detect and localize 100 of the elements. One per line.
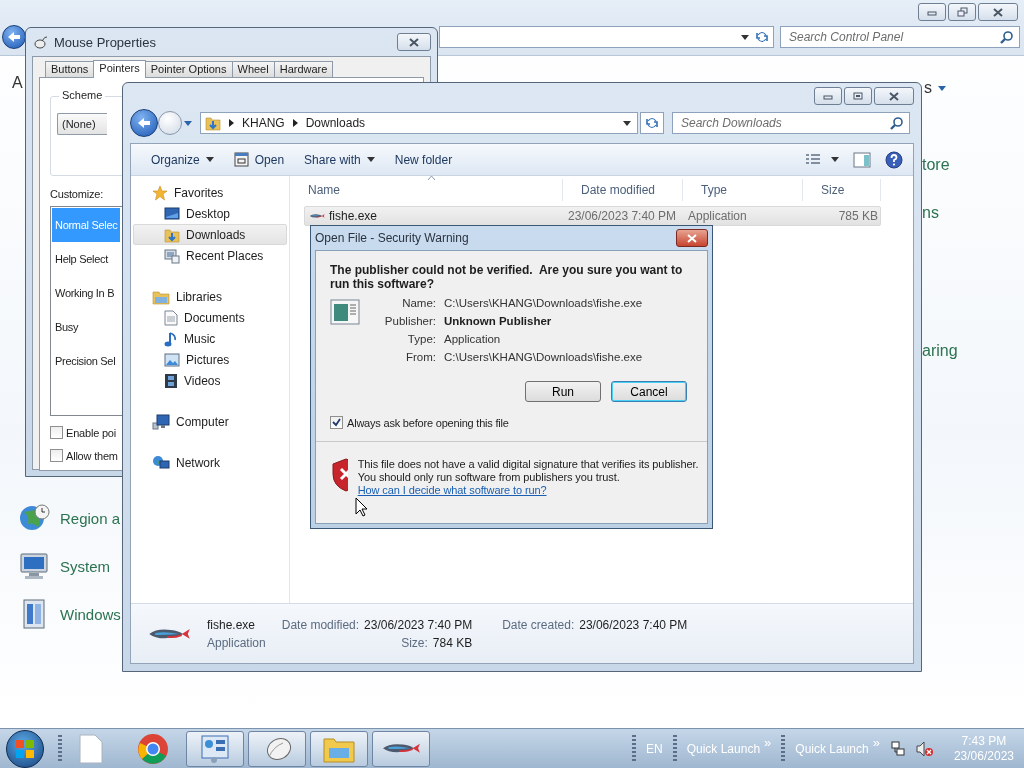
navigation-item[interactable]: Libraries xyxy=(133,286,287,307)
start-button[interactable] xyxy=(6,729,44,768)
tab[interactable]: Wheel xyxy=(231,61,275,78)
address-bar[interactable] xyxy=(439,26,774,48)
history-caret-icon xyxy=(184,120,192,126)
navigation-item[interactable]: Music xyxy=(133,328,287,349)
maximize-icon xyxy=(853,92,863,100)
address-bar[interactable]: KHANG Downloads xyxy=(200,112,638,134)
checkbox[interactable] xyxy=(50,426,63,439)
navigation-item[interactable]: Favorites xyxy=(133,182,287,203)
scheme-dropdown[interactable]: (None) xyxy=(57,113,107,135)
refresh-button[interactable] xyxy=(640,112,664,134)
tab[interactable]: Pointers xyxy=(93,60,146,78)
column-header[interactable]: Type xyxy=(683,179,803,201)
toolbar-button[interactable]: New folder xyxy=(386,149,461,170)
toolbar-button[interactable]: Share with xyxy=(296,149,383,170)
refresh-icon xyxy=(645,117,659,129)
refresh-icon xyxy=(755,31,769,43)
category-link[interactable]: tore xyxy=(922,156,1024,174)
detail-value: 23/06/2023 7:40 PM xyxy=(364,617,473,632)
taskbar-button[interactable] xyxy=(372,730,430,767)
checkbox[interactable] xyxy=(330,416,343,429)
field-value: Unknown Publisher xyxy=(444,315,553,327)
category-link[interactable]: Region a xyxy=(60,509,121,527)
recent-places-icon xyxy=(164,247,180,264)
restore-button[interactable] xyxy=(948,3,976,21)
search-icon xyxy=(1000,30,1013,44)
detail-label: Date created: xyxy=(502,617,575,632)
navigation-item[interactable]: Network xyxy=(133,452,287,473)
dialog-button[interactable]: Cancel xyxy=(611,381,687,402)
category-link[interactable]: System xyxy=(60,557,110,575)
tab[interactable]: Pointer Options xyxy=(144,61,233,78)
view-options-button[interactable] xyxy=(805,152,839,167)
computer-icon xyxy=(152,413,170,430)
back-arrow-icon xyxy=(7,31,21,43)
toolbar-button[interactable]: Organize xyxy=(143,149,222,170)
minimize-button[interactable] xyxy=(918,3,946,21)
list-item[interactable]: Working In B xyxy=(52,276,120,310)
checkmark-icon xyxy=(332,418,341,427)
category-link[interactable]: ns xyxy=(922,204,1024,222)
download-folder-icon xyxy=(164,226,180,243)
group-label: Scheme xyxy=(59,89,106,101)
network-icon[interactable] xyxy=(889,740,906,757)
breadcrumb[interactable]: KHANG xyxy=(242,116,285,130)
help-link[interactable]: How can I decide what software to run? xyxy=(357,484,699,497)
search-icon xyxy=(890,116,903,130)
back-button[interactable] xyxy=(130,109,158,137)
column-header[interactable]: Date modified xyxy=(563,179,683,201)
list-item[interactable]: Precision Sel xyxy=(52,344,120,378)
breadcrumb[interactable]: Downloads xyxy=(305,116,366,130)
category-link[interactable]: Windows xyxy=(60,605,121,623)
close-button[interactable] xyxy=(676,229,708,247)
list-item[interactable]: Busy xyxy=(52,310,120,344)
navigation-item[interactable]: Documents xyxy=(133,307,287,328)
toolbar-button[interactable]: Open xyxy=(225,149,293,170)
detail-label: Date modified: xyxy=(281,617,360,632)
checkbox[interactable] xyxy=(50,449,63,462)
download-folder-icon xyxy=(205,115,221,131)
close-button[interactable] xyxy=(978,3,1018,21)
view-by-fragment[interactable]: s xyxy=(924,79,932,97)
picture-icon xyxy=(164,352,180,367)
minimize-button[interactable] xyxy=(814,87,842,105)
navigation-item[interactable]: Recent Places xyxy=(133,245,287,266)
list-item[interactable]: Help Select xyxy=(52,242,120,276)
close-button[interactable] xyxy=(874,87,914,105)
search-field[interactable]: Search Downloads xyxy=(672,112,910,134)
caret-icon xyxy=(366,157,375,162)
file-row[interactable]: fishe.exe 23/06/2023 7:40 PM Application 785 KB xyxy=(304,206,881,226)
column-header[interactable]: Name xyxy=(290,179,563,201)
navigation-item[interactable]: Downloads xyxy=(133,224,287,245)
table-cell-text: 785 KB xyxy=(837,209,879,223)
navigation-item[interactable]: Videos xyxy=(133,370,287,391)
taskbar-button[interactable] xyxy=(248,730,306,767)
minimize-icon xyxy=(927,8,937,16)
chevron-icon xyxy=(229,119,234,127)
taskbar-button[interactable] xyxy=(310,730,368,767)
maximize-button[interactable] xyxy=(844,87,872,105)
mouse-pointer-icon xyxy=(355,497,368,517)
caret-icon xyxy=(623,120,631,126)
navigation-item[interactable]: Pictures xyxy=(133,349,287,370)
search-field[interactable]: Search Control Panel xyxy=(780,26,1020,48)
blank-page-icon xyxy=(79,733,103,764)
taskbar-button[interactable] xyxy=(186,730,244,767)
tab[interactable]: Buttons xyxy=(45,61,95,78)
file-type: Application xyxy=(207,635,266,650)
mouse-icon xyxy=(32,35,48,49)
column-header[interactable]: Size xyxy=(803,179,881,201)
muted-speaker-icon[interactable] xyxy=(915,740,934,757)
windows-logo-icon xyxy=(15,738,35,759)
back-button[interactable] xyxy=(2,25,26,49)
music-note-icon xyxy=(164,330,178,347)
navigation-item[interactable]: Desktop xyxy=(133,203,287,224)
close-button[interactable] xyxy=(397,33,431,51)
help-icon[interactable] xyxy=(885,150,903,169)
tab[interactable]: Hardware xyxy=(273,61,334,78)
navigation-item[interactable]: Computer xyxy=(133,411,287,432)
dialog-button[interactable]: Run xyxy=(525,381,601,402)
control-panel-icon xyxy=(200,733,230,764)
field-value: C:\Users\KHANG\Downloads\fishe.exe xyxy=(444,297,644,309)
category-link[interactable]: aring xyxy=(922,342,1024,360)
